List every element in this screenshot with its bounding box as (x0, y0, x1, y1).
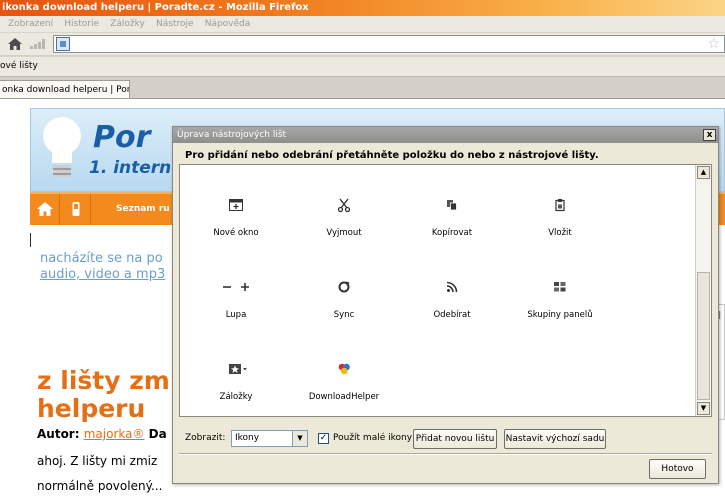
toolbar-palette: Nové okno Vyjmout Kopírovat Vložit Lupa … (179, 164, 712, 417)
article-body-line1: ahoj. Z lišty mi zmiz (37, 454, 158, 468)
chevron-down-icon[interactable]: ▼ (292, 431, 307, 446)
window-titlebar: ikonka download helperu | Poradte.cz - M… (0, 0, 725, 16)
palette-item-paste[interactable]: Vložit (510, 197, 610, 257)
article-body-line2: normálně povolený... (37, 479, 163, 493)
dialog-options-row: Zobrazit: Ikony ▼ ✓ Použít malé ikony Př… (185, 428, 715, 450)
bookmarks-icon (229, 364, 247, 374)
cut-icon (337, 198, 351, 213)
palette-item-sync[interactable]: Sync (294, 279, 394, 339)
palette-item-new-window[interactable]: Nové okno (186, 197, 286, 257)
author-line: Autor: majorka® Da (37, 427, 167, 441)
menu-nastroje[interactable]: Nástroje (156, 16, 194, 33)
add-toolbar-button[interactable]: Přidat novou lištu (413, 429, 497, 449)
heading-line2: helperu (37, 394, 146, 423)
palette-item-copy[interactable]: Kopírovat (402, 197, 502, 257)
palette-item-label: DownloadHelper (308, 392, 380, 402)
mobile-phone-icon (72, 202, 80, 216)
author-suffix: Da (148, 427, 167, 441)
site-favicon-icon (56, 37, 70, 51)
dialog-close-button[interactable]: x (703, 129, 716, 141)
palette-item-label: Skupiny panelů (527, 310, 593, 320)
navigation-toolbar: ☆ (0, 33, 725, 55)
url-bar[interactable]: ☆ (53, 35, 725, 53)
info-line1: nacházíte se na po (40, 251, 163, 266)
bookmarks-toolbar: ové lišty (0, 56, 725, 76)
tab-strip: onka download helperu | Por... (0, 76, 725, 100)
bookmarks-toolbar-label[interactable]: ové lišty (0, 61, 38, 71)
show-select[interactable]: Ikony ▼ (231, 430, 308, 447)
show-label: Zobrazit: (185, 433, 226, 443)
show-select-value: Ikony (235, 433, 260, 443)
tab-groups-icon (554, 282, 566, 292)
nav-home-button[interactable] (30, 194, 60, 225)
heading-line1: z lišty zmi (37, 366, 179, 395)
nav-mobile-button[interactable] (61, 194, 91, 225)
dialog-title: Úprava nástrojových lišt (173, 127, 718, 143)
home-icon[interactable] (8, 38, 22, 50)
menu-historie[interactable]: Historie (64, 16, 99, 33)
scroll-thumb[interactable] (697, 272, 710, 400)
palette-item-label: Vložit (548, 228, 572, 238)
home-icon (37, 202, 53, 216)
scroll-down-button[interactable]: ▼ (697, 402, 710, 415)
scroll-up-button[interactable]: ▲ (697, 166, 710, 179)
menu-zobrazeni[interactable]: Zobrazení (8, 16, 53, 33)
tab-active[interactable]: onka download helperu | Por... (0, 80, 130, 100)
customize-toolbar-dialog: Úprava nástrojových lišt x Pro přidání n… (172, 126, 719, 484)
palette-item-label: Nové okno (213, 228, 259, 238)
signal-bars-icon (30, 39, 46, 49)
palette-item-label: Záložky (219, 392, 253, 402)
menu-zalozky[interactable]: Záložky (110, 16, 145, 33)
palette-item-label: Sync (333, 310, 355, 320)
paste-icon (555, 199, 565, 212)
palette-scrollbar[interactable]: ▲ ▼ (695, 165, 711, 416)
new-window-icon (229, 199, 243, 211)
palette-item-label: Kopírovat (431, 228, 473, 238)
palette-item-cut[interactable]: Vyjmout (294, 197, 394, 257)
small-icons-label[interactable]: Použít malé ikony (333, 433, 412, 443)
palette-item-rss[interactable]: Odebírat (402, 279, 502, 339)
palette-item-downloadhelper[interactable]: DownloadHelper (294, 361, 394, 421)
site-logo[interactable]: Por (93, 120, 150, 155)
info-link[interactable]: audio, video a mp3 (40, 267, 165, 283)
article-heading: z lišty zmi helperu (37, 367, 178, 423)
zoom-icon (223, 283, 249, 291)
nav-link-list[interactable]: Seznam ru (116, 204, 170, 214)
palette-item-label: Vyjmout (326, 228, 362, 238)
palette-item-tab-groups[interactable]: Skupiny panelů (510, 279, 610, 339)
done-button[interactable]: Hotovo (649, 459, 706, 479)
rss-icon (446, 281, 458, 293)
menu-bar: Zobrazení Historie Záložky Nástroje Nápo… (0, 16, 725, 33)
lightbulb-icon (41, 117, 85, 177)
downloadhelper-icon (338, 363, 350, 375)
info-text: nacházíte se na po audio, video a mp3 (40, 251, 165, 283)
reset-default-button[interactable]: Nastavit výchozí sadu (504, 429, 606, 449)
palette-item-label: Odebírat (433, 310, 471, 320)
text-cursor (30, 233, 31, 247)
bookmark-star-icon[interactable]: ☆ (707, 36, 720, 52)
palette-item-label: Lupa (225, 310, 247, 320)
palette-item-bookmarks[interactable]: Záložky (186, 361, 286, 421)
sync-icon (338, 281, 350, 293)
dialog-instruction: Pro přidání nebo odebrání přetáhněte pol… (185, 150, 599, 161)
menu-napoveda[interactable]: Nápověda (205, 16, 251, 33)
palette-item-zoom[interactable]: Lupa (186, 279, 286, 339)
author-link[interactable]: majorka® (84, 427, 145, 441)
dialog-divider (179, 453, 712, 455)
author-label: Autor: (37, 427, 80, 441)
small-icons-checkbox[interactable]: ✓ (318, 433, 329, 444)
copy-icon (447, 200, 457, 211)
